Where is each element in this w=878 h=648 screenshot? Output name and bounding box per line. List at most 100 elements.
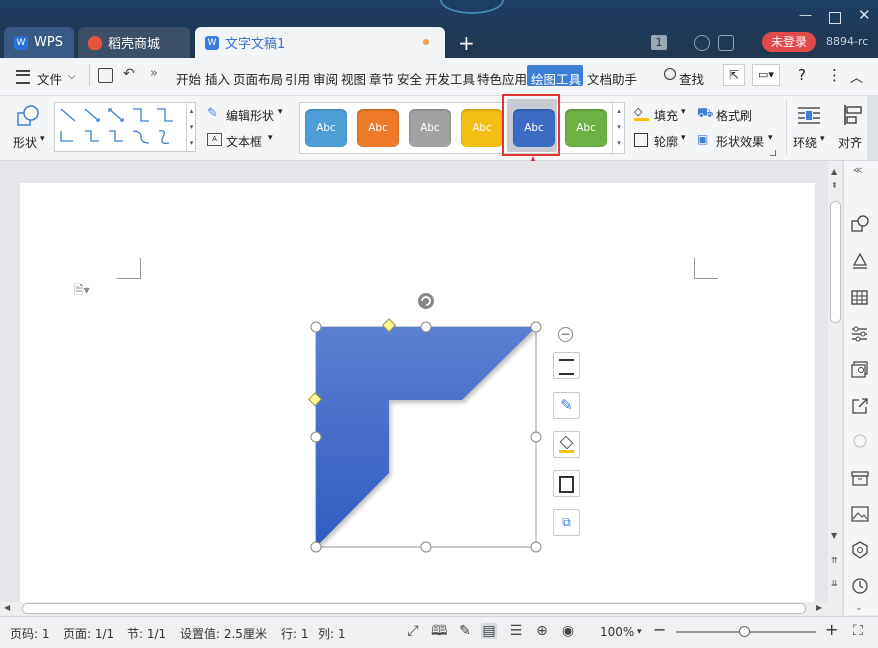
picture-icon[interactable]	[851, 505, 869, 523]
chevron-down-icon[interactable]: ▾	[268, 133, 273, 143]
scroll-thumb[interactable]	[830, 201, 841, 323]
undo-icon[interactable]: ↶	[123, 66, 135, 82]
menu-item-security[interactable]: 安全	[397, 69, 422, 88]
archive-box-icon[interactable]	[851, 469, 869, 487]
resize-handle[interactable]	[310, 541, 322, 553]
menu-item-doc-assistant[interactable]: 文档助手	[587, 69, 637, 88]
resize-handle[interactable]	[530, 541, 542, 553]
style-icon[interactable]	[851, 252, 869, 270]
align-button[interactable]: 对齐	[838, 134, 862, 151]
save-icon[interactable]	[98, 68, 113, 83]
status-page-number[interactable]: 页码: 1	[10, 625, 50, 642]
image-gallery-icon[interactable]	[851, 361, 869, 379]
style-swatch-gray[interactable]: Abc	[409, 109, 451, 147]
scroll-left-icon[interactable]: ◀	[4, 603, 10, 612]
chevron-down-icon[interactable]: ▾	[681, 133, 686, 143]
eye-protect-icon[interactable]: ◉	[560, 623, 576, 639]
shape-effect-button[interactable]: 形状效果	[716, 133, 764, 150]
edit-shape-button[interactable]: 编辑形状	[226, 107, 274, 124]
menu-item-developer[interactable]: 开发工具	[425, 69, 475, 88]
menu-item-reference[interactable]: 引用	[285, 69, 310, 88]
page-menu-icon[interactable]: 🗎▾	[74, 281, 90, 302]
zoom-level[interactable]: 100%	[600, 625, 634, 639]
tab-wps[interactable]: W WPS	[4, 27, 74, 58]
menu-item-drawing-tools[interactable]: 绘图工具	[531, 69, 581, 88]
menu-item-special[interactable]: 特色应用	[477, 69, 527, 88]
chevron-down-icon[interactable]: ▾	[40, 134, 45, 144]
zoom-out-icon[interactable]: −	[653, 620, 666, 639]
gallery-scroll-icon[interactable]: ▴ ▾ ▾	[186, 103, 196, 151]
scroll-up-icon[interactable]: ▲	[831, 167, 837, 176]
chevron-down-icon[interactable]: ▾	[278, 107, 283, 117]
status-pages[interactable]: 页面: 1/1	[63, 625, 114, 642]
status-column[interactable]: 列: 1	[318, 625, 346, 642]
pen-icon[interactable]: ✎	[457, 623, 473, 639]
edit-shape-icon[interactable]: ✎	[207, 106, 218, 121]
chevron-down-icon[interactable]: ▾	[637, 627, 642, 637]
dialog-launcher-icon[interactable]	[770, 150, 776, 156]
rotate-handle-icon[interactable]	[418, 293, 434, 309]
page-view-icon[interactable]: ▤	[481, 623, 497, 639]
style-gallery-scroll-icon[interactable]: ▴ ▾ ▾	[612, 103, 625, 153]
resize-handle[interactable]	[530, 321, 542, 333]
more-chevron-icon[interactable]: »	[150, 66, 158, 81]
resize-handle[interactable]	[420, 541, 432, 553]
more-options-icon[interactable]: ⋮	[827, 66, 842, 84]
shape-fill-button[interactable]	[553, 431, 580, 458]
horizontal-scrollbar[interactable]: ◀ ▶	[0, 602, 828, 615]
resize-handle[interactable]	[310, 431, 322, 443]
style-swatch-orange[interactable]: Abc	[357, 109, 399, 147]
web-view-icon[interactable]: ⊕	[534, 623, 550, 639]
toolbar-toggle-icon[interactable]: ▭▾	[752, 64, 780, 86]
chevron-down-icon[interactable]: ▾	[681, 107, 686, 117]
chevron-down-icon[interactable]: ▾	[820, 134, 825, 144]
fill-bucket-icon[interactable]: ◇	[634, 106, 649, 121]
line-shape-gallery[interactable]: ▴ ▾ ▾	[54, 102, 196, 152]
outline-button[interactable]: 轮廓	[654, 133, 678, 150]
scroll-down-icon[interactable]: ▼	[831, 531, 837, 540]
resize-handle[interactable]	[530, 431, 542, 443]
shape-label[interactable]: 形状	[13, 134, 37, 151]
style-swatch-blue[interactable]: Abc	[305, 109, 347, 147]
ribbon-scroll-right[interactable]	[867, 96, 878, 160]
style-swatch-yellow[interactable]: Abc	[461, 109, 503, 147]
file-menu[interactable]: 文件	[37, 69, 62, 88]
selected-shape[interactable]	[305, 290, 550, 560]
outline-icon[interactable]	[634, 133, 648, 147]
vertical-scrollbar[interactable]: ▲ ⇞ ▼ ⇈ ⇊	[828, 161, 842, 615]
format-brush-icon[interactable]: ⛟	[697, 106, 713, 123]
scroll-right-icon[interactable]: ▶	[816, 603, 822, 612]
collapse-ribbon-icon[interactable]: ︿	[850, 67, 863, 86]
style-swatch-green[interactable]: Abc	[565, 109, 607, 147]
outline-view-icon[interactable]: ☰	[508, 623, 524, 639]
read-mode-icon[interactable]: 🕮	[431, 623, 448, 639]
scroll-thumb[interactable]	[22, 603, 806, 614]
shield-icon[interactable]	[851, 541, 869, 559]
scroll-top-icon[interactable]: ⇞	[831, 181, 838, 190]
textbox-button[interactable]: 文本框	[226, 133, 262, 150]
search-icon[interactable]	[664, 68, 676, 80]
line-shapes-preview[interactable]	[55, 103, 195, 151]
tab-store[interactable]: 稻壳商城	[78, 27, 190, 58]
status-row[interactable]: 行: 1	[281, 625, 309, 642]
chevron-down-icon[interactable]: ▾	[768, 133, 773, 143]
minimize-icon[interactable]: —	[799, 8, 812, 23]
shape-outline-button[interactable]	[553, 470, 580, 497]
chevron-down-icon[interactable]: ⌵	[68, 71, 76, 82]
fit-window-icon[interactable]: ⛶	[850, 623, 866, 639]
status-setting-value[interactable]: 设置值: 2.5厘米	[180, 625, 267, 642]
next-page-icon[interactable]: ⇊	[831, 579, 838, 588]
zoom-in-icon[interactable]: +	[825, 620, 838, 639]
format-brush-button[interactable]: 格式刷	[716, 107, 752, 124]
shapes-icon[interactable]	[851, 215, 869, 233]
tab-document[interactable]: W 文字文稿1	[195, 27, 445, 58]
fullscreen-icon[interactable]: ⤢	[405, 623, 421, 639]
menu-item-review[interactable]: 审阅	[313, 69, 338, 88]
fill-button[interactable]: 填充	[654, 107, 678, 124]
prev-page-icon[interactable]: ⇈	[831, 556, 838, 565]
menu-item-page-layout[interactable]: 页面布局	[233, 69, 283, 88]
menu-item-view[interactable]: 视图	[341, 69, 366, 88]
menu-item-insert[interactable]: 插入	[205, 69, 230, 88]
shape-insert-icon[interactable]	[16, 104, 39, 126]
new-tab-plus-icon[interactable]: +	[458, 31, 475, 55]
